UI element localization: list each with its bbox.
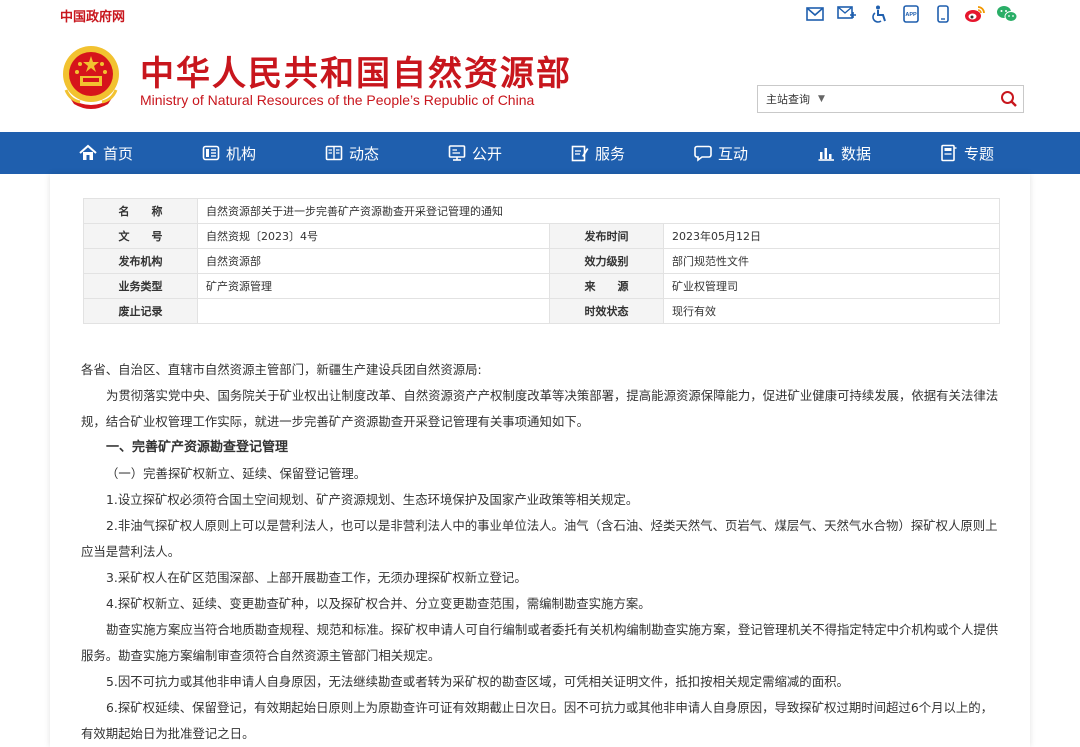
chevron-down-icon: ▼ [818, 94, 825, 104]
paragraph: 勘查实施方案应当符合地质勘查规程、规范和标准。探矿权申请人可自行编制或者委托有关… [81, 622, 999, 663]
nav-item-topic[interactable]: 专题 [926, 132, 1049, 174]
nav-item-data[interactable]: 数据 [803, 132, 926, 174]
org-icon [202, 145, 220, 161]
document-meta-table: 名 称 自然资源部关于进一步完善矿产资源勘查开采登记管理的通知 文 号 自然资规… [83, 198, 1000, 324]
meta-label-docno: 文 号 [83, 223, 198, 249]
paragraph: 6.探矿权延续、保留登记，有效期起始日原则上为原勘查许可证有效期截止日次日。因不… [81, 700, 994, 741]
meta-value-source: 矿业权管理司 [663, 273, 1000, 299]
message-icon[interactable] [836, 4, 858, 24]
top-bar: 中国政府网 APP [0, 0, 1080, 30]
meta-value-status: 现行有效 [663, 298, 1000, 324]
news-icon [325, 145, 343, 161]
search-bar: 主站查询 ▼ [757, 85, 1024, 113]
nav-label: 首页 [103, 144, 134, 163]
table-row: 名 称 自然资源部关于进一步完善矿产资源勘查开采登记管理的通知 [83, 198, 1000, 224]
meta-label-date: 发布时间 [549, 223, 664, 249]
top-icon-group: APP [804, 4, 1018, 24]
table-row: 废止记录 时效状态 现行有效 [83, 298, 1000, 324]
nav-label: 互动 [718, 144, 749, 163]
book-icon [941, 144, 957, 162]
paragraph: 5.因不可抗力或其他非申请人自身原因，无法继续勘查或者转为采矿权的勘查区域，可凭… [106, 674, 849, 689]
mobile-icon[interactable] [932, 4, 954, 24]
meta-label-type: 业务类型 [83, 273, 198, 299]
mail-icon[interactable] [804, 4, 826, 24]
site-header: 中华人民共和国自然资源部 Ministry of Natural Resourc… [0, 30, 1080, 132]
search-icon [1001, 91, 1017, 107]
meta-value-docno: 自然资规〔2023〕4号 [197, 223, 550, 249]
nav-label: 数据 [841, 144, 872, 163]
meta-label-abolish: 废止记录 [83, 298, 198, 324]
nav-item-news[interactable]: 动态 [311, 132, 434, 174]
meta-label-source: 来 源 [549, 273, 664, 299]
intro-paragraph: 为贯彻落实党中央、国务院关于矿业权出让制度改革、自然资源资产产权制度改革等决策部… [81, 388, 999, 429]
app-icon[interactable]: APP [900, 4, 922, 24]
meta-value-type: 矿产资源管理 [197, 273, 550, 299]
search-scope-label: 主站查询 [766, 93, 810, 106]
article-body: 各省、自治区、直辖市自然资源主管部门，新疆生产建设兵团自然资源局: 为贯彻落实党… [81, 357, 1003, 747]
chart-icon [818, 148, 834, 161]
paragraph: 2.非油气探矿权人原则上可以是营利法人，也可以是非营利法人中的事业单位法人。油气… [81, 518, 998, 559]
table-row: 文 号 自然资规〔2023〕4号 发布时间 2023年05月12日 [83, 223, 1000, 249]
nav-label: 专题 [964, 144, 995, 163]
nav-label: 机构 [226, 144, 257, 163]
wechat-icon[interactable] [996, 4, 1018, 24]
national-emblem-icon [60, 42, 122, 112]
nav-label: 公开 [472, 144, 503, 163]
app-icon-label: APP [905, 12, 917, 18]
search-input[interactable] [824, 87, 995, 111]
gov-portal-link[interactable]: 中国政府网 [60, 6, 125, 25]
meta-label-name: 名 称 [83, 198, 198, 224]
nav-item-home[interactable]: 首页 [65, 132, 188, 174]
paragraph: 1.设立探矿权必须符合国土空间规划、矿产资源规划、生态环境保护及国家产业政策等相… [106, 492, 639, 507]
nav-item-public[interactable]: 公开 [434, 132, 557, 174]
edit-icon [571, 145, 589, 162]
paragraph: 3.采矿权人在矿区范围深部、上部开展勘查工作，无须办理探矿权新立登记。 [106, 570, 527, 585]
nav-item-org[interactable]: 机构 [188, 132, 311, 174]
article-container: 名 称 自然资源部关于进一步完善矿产资源勘查开采登记管理的通知 文 号 自然资规… [50, 174, 1030, 747]
meta-value-name: 自然资源部关于进一步完善矿产资源勘查开采登记管理的通知 [197, 198, 1000, 224]
monitor-icon [448, 145, 466, 161]
meta-value-org: 自然资源部 [197, 248, 550, 274]
nav-label: 动态 [349, 144, 380, 163]
home-icon [79, 144, 97, 160]
weibo-icon[interactable] [964, 4, 986, 24]
paragraph: 4.探矿权新立、延续、变更勘查矿种，以及探矿权合并、分立变更勘查范围，需编制勘查… [106, 596, 651, 611]
table-row: 发布机构 自然资源部 效力级别 部门规范性文件 [83, 248, 1000, 274]
meta-value-abolish [197, 298, 550, 324]
chat-icon [694, 145, 712, 162]
main-nav: 首页 机构 动态 公开 服务 互动 数据 专题 [0, 132, 1080, 174]
nav-item-service[interactable]: 服务 [557, 132, 680, 174]
subsection-heading: （一）完善探矿权新立、延续、保留登记管理。 [106, 466, 367, 481]
nav-item-interact[interactable]: 互动 [680, 132, 803, 174]
search-button[interactable] [995, 86, 1023, 112]
meta-value-date: 2023年05月12日 [663, 223, 1000, 249]
accessibility-icon[interactable] [868, 4, 890, 24]
search-scope-select[interactable]: 主站查询 ▼ [758, 91, 825, 107]
meta-label-org: 发布机构 [83, 248, 198, 274]
nav-label: 服务 [595, 144, 626, 163]
meta-value-level: 部门规范性文件 [663, 248, 1000, 274]
section-heading: 一、完善矿产资源勘查登记管理 [106, 440, 289, 455]
meta-label-level: 效力级别 [549, 248, 664, 274]
site-title-en: Ministry of Natural Resources of the Peo… [140, 92, 535, 108]
site-title-cn: 中华人民共和国自然资源部 [140, 54, 572, 94]
salutation: 各省、自治区、直辖市自然资源主管部门，新疆生产建设兵团自然资源局: [81, 362, 482, 377]
meta-label-status: 时效状态 [549, 298, 664, 324]
table-row: 业务类型 矿产资源管理 来 源 矿业权管理司 [83, 273, 1000, 299]
